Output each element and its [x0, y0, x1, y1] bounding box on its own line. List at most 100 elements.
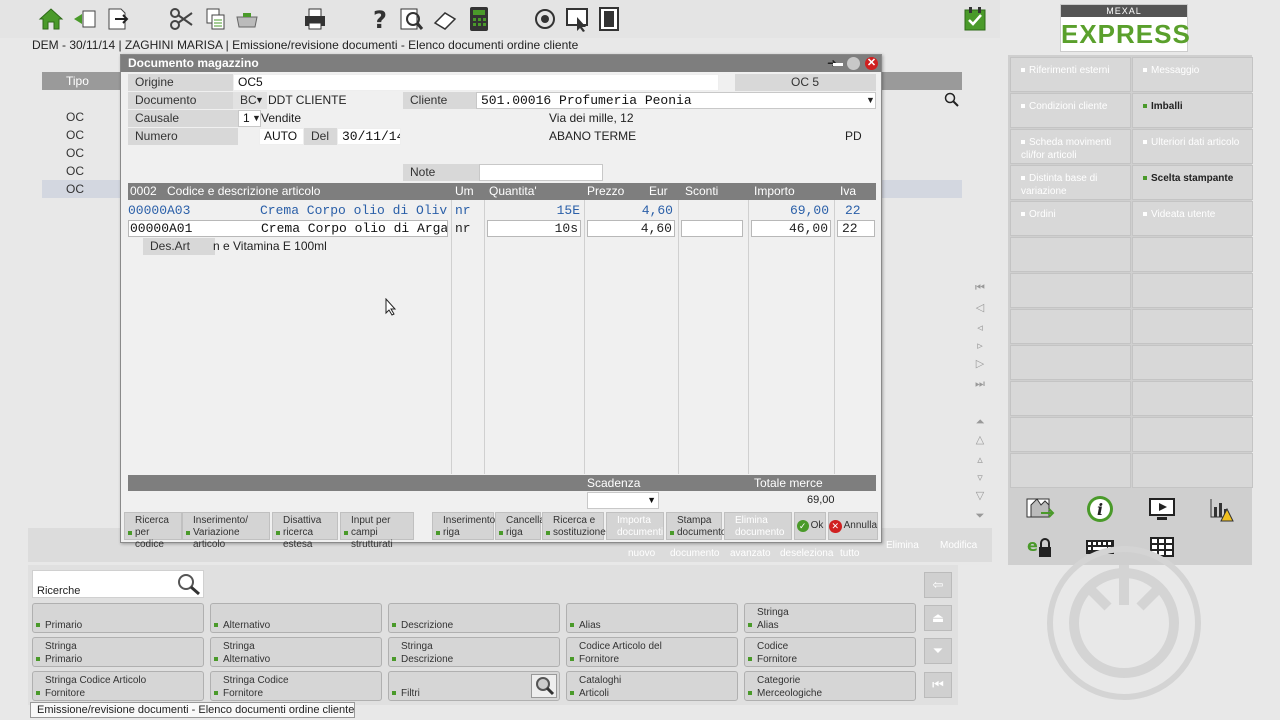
annulla-button[interactable]: ✕ Annulla: [828, 512, 878, 540]
row1-iva[interactable]: 22: [837, 202, 873, 219]
row1-importo[interactable]: 69,00: [751, 202, 829, 219]
search-alternativo-button[interactable]: Alternativo: [210, 603, 382, 633]
documento-dropdown-icon[interactable]: ▼: [255, 92, 264, 109]
row1-code[interactable]: 00000A03: [128, 202, 258, 219]
eject-down-icon[interactable]: ⏷: [924, 638, 952, 664]
strip-label[interactable]: avanzato: [730, 548, 771, 559]
down-fast-icon[interactable]: ▽: [974, 490, 986, 502]
ricerca-sostituzione-button[interactable]: Ricerca e sostituzione: [542, 512, 606, 540]
search-icon[interactable]: [944, 92, 960, 111]
search-stringa-primario-button[interactable]: Stringa Primario: [32, 637, 204, 667]
imballi-button[interactable]: Imballi: [1132, 93, 1253, 128]
modifica-strip-button[interactable]: Modifica: [940, 540, 977, 551]
strip-label[interactable]: documento: [670, 548, 719, 559]
window-icon[interactable]: [594, 4, 624, 34]
col-um[interactable]: Um: [455, 183, 474, 200]
import-export-icon[interactable]: [1010, 491, 1070, 527]
importa-documenti-button[interactable]: Importa documenti: [606, 512, 664, 540]
causale-dropdown-icon[interactable]: ▼: [252, 110, 261, 127]
eject-up-icon[interactable]: ⏏: [924, 605, 952, 631]
row2-prezzo[interactable]: 4,60: [587, 220, 675, 237]
search-doc-icon[interactable]: [396, 4, 426, 34]
strip-label[interactable]: nuovo: [628, 548, 655, 559]
messaggio-button[interactable]: Messaggio: [1132, 57, 1253, 92]
page-up-icon[interactable]: ◁: [974, 302, 986, 314]
ok-button[interactable]: ✓ Ok: [794, 512, 826, 540]
search-stringa-codice-articolo-fornitore-button[interactable]: Stringa Codice Articolo Fornitore: [32, 671, 204, 701]
back-arrow-icon[interactable]: ⇦: [924, 572, 952, 598]
window-switch-icon[interactable]: [70, 4, 100, 34]
chart-warning-icon[interactable]: [1192, 491, 1252, 527]
row1-desc[interactable]: Crema Corpo olio di Oliv: [260, 202, 448, 219]
search-categorie-merceologiche-button[interactable]: Categorie Merceologiche: [744, 671, 916, 701]
search-cataloghi-articoli-button[interactable]: Cataloghi Articoli: [566, 671, 738, 701]
numero-field[interactable]: AUTO: [259, 128, 304, 145]
maximize-icon[interactable]: [847, 57, 860, 70]
search-descrizione-button[interactable]: Descrizione: [388, 603, 560, 633]
note-field[interactable]: [479, 164, 603, 181]
ordini-button[interactable]: Ordini: [1010, 201, 1131, 236]
row2-sconti[interactable]: [681, 220, 743, 237]
prev-icon[interactable]: ◃: [974, 322, 986, 334]
up-icon[interactable]: ▵: [974, 454, 986, 466]
des-art-value[interactable]: n e Vitamina E 100ml: [213, 238, 327, 255]
video-icon[interactable]: [1132, 491, 1192, 527]
inserimento-riga-button[interactable]: Inserimento riga: [432, 512, 495, 540]
row2-um[interactable]: nr: [455, 220, 483, 237]
scissors-icon[interactable]: [166, 4, 196, 34]
search-stringa-descrizione-button[interactable]: Stringa Descrizione: [388, 637, 560, 667]
col-quantita[interactable]: Quantita': [489, 183, 537, 200]
search-stringa-codice-fornitore-button[interactable]: Stringa Codice Fornitore: [210, 671, 382, 701]
close-icon[interactable]: ✕: [865, 57, 878, 70]
down-icon[interactable]: ▿: [974, 472, 986, 484]
up-fast-icon[interactable]: △: [974, 434, 986, 446]
inserimento-variazione-button[interactable]: Inserimento/Variazione articolo: [182, 512, 270, 550]
search-primario-button[interactable]: Primario: [32, 603, 204, 633]
paste-icon[interactable]: [232, 4, 262, 34]
search-stringa-alternativo-button[interactable]: Stringa Alternativo: [210, 637, 382, 667]
elimina-strip-button[interactable]: Elimina: [886, 540, 919, 551]
ricerca-per-codice-button[interactable]: Ricerca per codice: [124, 512, 182, 550]
record-icon[interactable]: [530, 4, 560, 34]
help-icon[interactable]: ?: [364, 4, 394, 34]
row1-qty[interactable]: 15E: [487, 202, 580, 219]
cliente-field[interactable]: 501.00016 Profumeria Peonia: [476, 92, 876, 109]
search-alias-button[interactable]: Alias: [566, 603, 738, 633]
riferimenti-esterni-button[interactable]: Riferimenti esterni: [1010, 57, 1131, 92]
row1-um[interactable]: nr: [455, 202, 483, 219]
row1-prezzo[interactable]: 4,60: [587, 202, 673, 219]
distinta-base-button[interactable]: Distinta base di variazione: [1010, 165, 1131, 200]
row2-iva[interactable]: 22: [837, 220, 875, 237]
calculator-icon[interactable]: [464, 4, 494, 34]
copy-icon[interactable]: [200, 4, 230, 34]
del-date-field[interactable]: 30/11/14: [337, 128, 401, 145]
col-eur[interactable]: Eur: [649, 183, 668, 200]
printer-icon[interactable]: [300, 4, 330, 34]
scheda-movimenti-button[interactable]: Scheda movimenti cli/for articoli: [1010, 129, 1131, 164]
col-sconti[interactable]: Sconti: [685, 183, 718, 200]
strip-label[interactable]: deseleziona: [780, 548, 833, 559]
eraser-icon[interactable]: [430, 4, 460, 34]
first-icon[interactable]: ⏮: [924, 672, 952, 698]
col-importo[interactable]: Importo: [754, 183, 795, 200]
home-icon[interactable]: [36, 4, 66, 34]
condizioni-cliente-button[interactable]: Condizioni cliente: [1010, 93, 1131, 128]
magnifier-icon[interactable]: [176, 572, 202, 599]
scelta-stampante-button[interactable]: Scelta stampante: [1132, 165, 1253, 200]
last-page-icon[interactable]: ⏭: [974, 378, 986, 390]
page-down-icon[interactable]: ▷: [974, 358, 986, 370]
col-prezzo[interactable]: Prezzo: [587, 183, 624, 200]
col-iva[interactable]: Iva: [840, 183, 856, 200]
row1-sconti[interactable]: [681, 202, 743, 219]
exit-icon[interactable]: [102, 4, 132, 34]
row2-importo[interactable]: 46,00: [751, 220, 831, 237]
disattiva-ricerca-button[interactable]: Disattiva ricerca estesa: [272, 512, 338, 550]
next-icon[interactable]: ▹: [974, 340, 986, 352]
top-icon[interactable]: ⏶: [974, 416, 986, 428]
ulteriori-dati-button[interactable]: Ulteriori dati articolo: [1132, 129, 1253, 164]
search-codice-articolo-fornitore-button[interactable]: Codice Articolo del Fornitore: [566, 637, 738, 667]
search-codice-fornitore-button[interactable]: Codice Fornitore: [744, 637, 916, 667]
cliente-dropdown-icon[interactable]: ▼: [866, 92, 875, 109]
videata-utente-button[interactable]: Videata utente: [1132, 201, 1253, 236]
stampa-documento-button[interactable]: Stampa documento: [666, 512, 726, 540]
